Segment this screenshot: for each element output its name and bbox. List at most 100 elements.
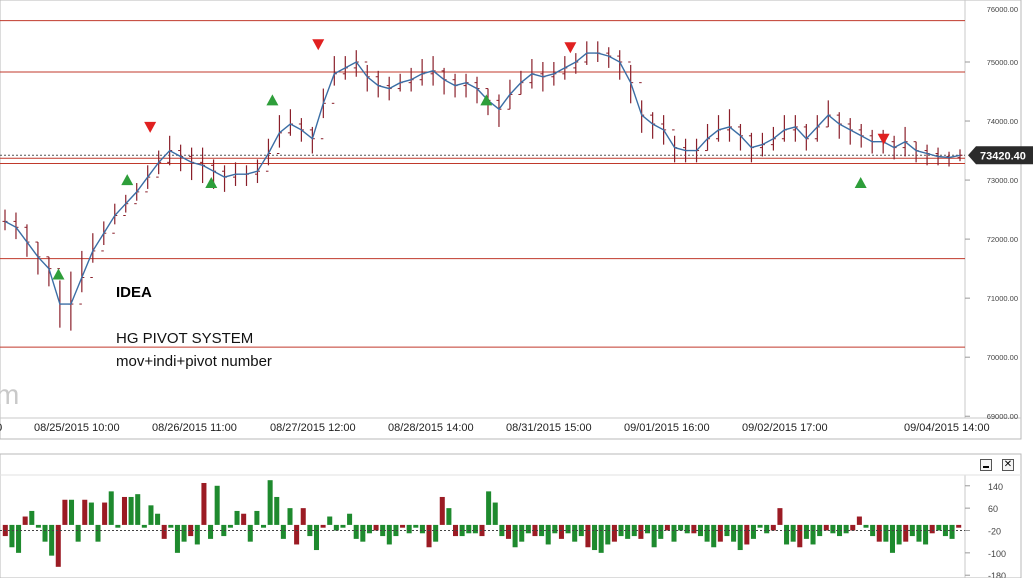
histogram-bar bbox=[645, 524, 651, 534]
histogram-bar bbox=[936, 524, 942, 531]
histogram-bar bbox=[433, 524, 439, 542]
x-tick-label: 09/04/2015 14:00 bbox=[904, 422, 990, 434]
histogram-bar bbox=[115, 524, 121, 528]
histogram-bar bbox=[102, 502, 108, 525]
histogram-bar bbox=[790, 524, 796, 542]
close-button[interactable]: ✕ bbox=[1002, 459, 1014, 471]
histogram-bar bbox=[168, 524, 174, 528]
histogram-bar bbox=[651, 524, 657, 548]
histogram-bar bbox=[678, 524, 684, 531]
histogram-bar bbox=[174, 524, 180, 553]
minimize-button[interactable] bbox=[980, 459, 992, 471]
chart-root: 76000.00 75000.00 74000.00 73000.00 72000.00… bbox=[0, 0, 1033, 581]
histogram-bar bbox=[320, 524, 326, 528]
histogram-bar bbox=[88, 502, 94, 525]
histogram-bar bbox=[82, 499, 88, 525]
oscillator-y-tick-label: -100 bbox=[988, 549, 1006, 559]
histogram-bar bbox=[671, 524, 677, 542]
histogram-bar bbox=[896, 524, 902, 545]
histogram-bar bbox=[95, 524, 101, 542]
y-tick-label: 69000.00 bbox=[987, 412, 1018, 421]
histogram-bar bbox=[810, 524, 816, 545]
y-tick-label: 73000.00 bbox=[987, 176, 1018, 185]
histogram-bar bbox=[347, 513, 353, 525]
histogram-bar bbox=[777, 508, 783, 525]
histogram-bar bbox=[62, 499, 68, 525]
histogram-bar bbox=[883, 524, 889, 542]
price-tag-text: 73420.40 bbox=[980, 150, 1026, 162]
x-tick-label: 00 bbox=[0, 422, 2, 434]
annotation-system-name: HG PIVOT SYSTEM bbox=[116, 330, 253, 347]
histogram-bar bbox=[214, 485, 220, 525]
oscillator-y-tick-label: 140 bbox=[988, 482, 1003, 492]
histogram-bar bbox=[658, 524, 664, 539]
histogram-bar bbox=[572, 524, 578, 542]
histogram-bar bbox=[704, 524, 710, 542]
histogram-bar bbox=[333, 524, 339, 531]
histogram-bar bbox=[406, 524, 412, 534]
histogram-bar bbox=[121, 496, 127, 525]
histogram-bar bbox=[274, 496, 280, 525]
oscillator-y-tick-label: -20 bbox=[988, 526, 1001, 536]
histogram-bar bbox=[863, 524, 869, 528]
histogram-bar bbox=[128, 496, 134, 525]
histogram-bar bbox=[505, 524, 511, 539]
histogram-bar bbox=[108, 491, 114, 525]
histogram-bar bbox=[327, 516, 333, 525]
histogram-bar bbox=[234, 510, 240, 525]
histogram-bar bbox=[664, 524, 670, 531]
histogram-bar bbox=[850, 524, 856, 531]
histogram-bar bbox=[366, 524, 372, 534]
histogram-bar bbox=[472, 524, 478, 534]
histogram-bar bbox=[592, 524, 598, 551]
y-tick-label: 72000.00 bbox=[987, 235, 1018, 244]
histogram-bar bbox=[42, 524, 48, 542]
histogram-bar bbox=[466, 524, 472, 534]
histogram-bar bbox=[419, 524, 425, 534]
histogram-bar bbox=[843, 524, 849, 534]
histogram-bar bbox=[201, 482, 207, 525]
histogram-bar bbox=[400, 524, 406, 528]
annotation-system-desc: mov+indi+pivot number bbox=[116, 353, 272, 370]
histogram-bar bbox=[711, 524, 717, 548]
histogram-bar bbox=[267, 480, 273, 525]
histogram-bar bbox=[585, 524, 591, 548]
histogram-bar bbox=[75, 524, 81, 542]
histogram-bar bbox=[956, 524, 962, 528]
histogram-bar bbox=[208, 524, 214, 539]
watermark-text: m bbox=[0, 379, 19, 410]
histogram-bar bbox=[29, 510, 35, 525]
oscillator-y-tick-label: -180 bbox=[988, 571, 1006, 578]
histogram-bar bbox=[194, 524, 200, 545]
histogram-bar bbox=[823, 524, 829, 531]
histogram-bar bbox=[287, 508, 293, 525]
histogram-bar bbox=[558, 524, 564, 539]
histogram-bar bbox=[35, 524, 41, 528]
histogram-bar bbox=[638, 524, 644, 539]
histogram-bar bbox=[757, 524, 763, 528]
histogram-bar bbox=[141, 524, 147, 528]
histogram-bar bbox=[413, 524, 419, 528]
histogram-bar bbox=[770, 524, 776, 531]
histogram-bar bbox=[439, 496, 445, 525]
main-panel-frame bbox=[0, 0, 1022, 440]
minimize-icon bbox=[983, 466, 989, 468]
histogram-bar bbox=[903, 524, 909, 542]
histogram-bar bbox=[737, 524, 743, 551]
histogram-bar bbox=[486, 491, 492, 525]
histogram-bar bbox=[949, 524, 955, 539]
histogram-bar bbox=[552, 524, 558, 534]
histogram-bar bbox=[525, 524, 531, 534]
histogram-bar bbox=[565, 524, 571, 534]
chart-svg: 76000.00 75000.00 74000.00 73000.00 72000.00… bbox=[0, 0, 1033, 581]
y-tick-label: 70000.00 bbox=[987, 353, 1018, 362]
histogram-bar bbox=[803, 524, 809, 539]
x-tick-label: 08/31/2015 15:00 bbox=[506, 422, 592, 434]
x-tick-label: 09/02/2015 17:00 bbox=[742, 422, 828, 434]
histogram-bar bbox=[300, 508, 306, 525]
histogram-bar bbox=[386, 524, 392, 545]
histogram-bar bbox=[373, 524, 379, 531]
close-icon: ✕ bbox=[1003, 459, 1013, 470]
x-tick-label: 08/27/2015 12:00 bbox=[270, 422, 356, 434]
histogram-bar bbox=[889, 524, 895, 553]
